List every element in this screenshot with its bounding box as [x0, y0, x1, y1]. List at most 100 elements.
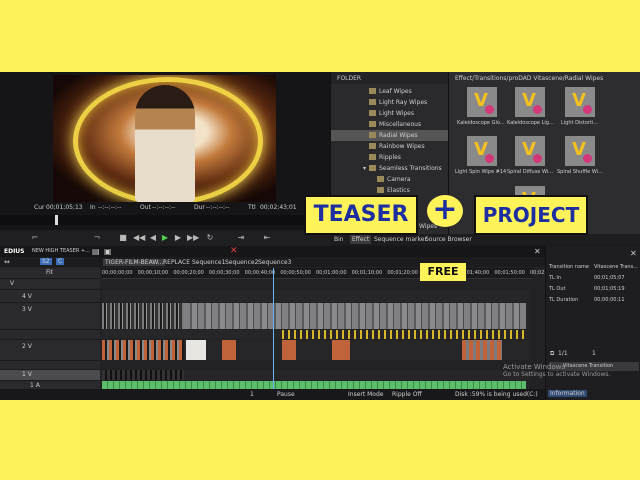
cur-timecode: 00;01;05;13 [46, 204, 83, 211]
badge-icon [533, 154, 542, 163]
effects-path: Effect/Transitions/proDAD Vitascene/Radi… [455, 75, 604, 82]
tab-sequence-4[interactable]: Sequence3 [258, 259, 291, 266]
track-4v[interactable] [102, 290, 530, 302]
folder-item-leaf-wipes[interactable]: Leaf Wipes [331, 86, 449, 97]
project-name: NEW HIGH TEASER +... [32, 248, 90, 254]
overwrite-icon[interactable]: ⇤ [262, 233, 272, 242]
ruler-tick-label: 00;01;50;00 [494, 270, 525, 276]
stop-icon[interactable]: ■ [118, 233, 128, 242]
video-clips-3v-b[interactable] [184, 303, 526, 329]
folder-header: FOLDER [331, 72, 449, 84]
track-2v[interactable] [102, 340, 530, 360]
effect-label: Kaleidoscope Glo... [457, 120, 505, 126]
track-mix[interactable] [102, 330, 530, 339]
in-label: In [90, 204, 96, 211]
track-header-3v[interactable]: 3 V [0, 303, 100, 330]
cur-label: Cur [34, 204, 45, 211]
folder-icon [377, 187, 384, 193]
video-clips-2v-b[interactable] [462, 340, 502, 360]
step-back-icon[interactable]: ◀ [148, 233, 158, 242]
effect-thumb-2[interactable]: V [515, 87, 545, 117]
badge-icon [533, 105, 542, 114]
folder-item-seamless-transitions[interactable]: ▾ Seamless Transitions [331, 163, 449, 174]
orange-clip[interactable] [222, 340, 236, 360]
folder-item-light-ray-wipes[interactable]: Light Ray Wipes [331, 97, 449, 108]
track-select-icon[interactable]: ⇔ [4, 258, 10, 266]
sync-toggle-icon[interactable]: C [56, 258, 65, 265]
video-clips-1v[interactable] [102, 370, 184, 380]
insert-icon[interactable]: ⇥ [236, 233, 246, 242]
track-header-2v[interactable]: 2 V [0, 340, 100, 361]
tab-sequence-2[interactable]: Sequence1 [192, 259, 225, 266]
open-folder-icon[interactable]: ▤ [92, 247, 100, 256]
video-clips-3v-a[interactable] [102, 303, 184, 329]
folder-icon [369, 165, 376, 171]
folder-item-ripples[interactable]: Ripples [331, 152, 449, 163]
ripple-toggle-icon[interactable]: S2 [40, 258, 52, 265]
close-info-icon[interactable]: ✕ [630, 249, 637, 258]
tab-sequence-3[interactable]: Sequence2 [225, 259, 258, 266]
timeline-header: EDIUS NEW HIGH TEASER +... ▤ ▣ ✕ ✕ [0, 246, 545, 257]
tab-source-browser[interactable]: Source Browser [425, 236, 472, 243]
ruler-tick-label: 00;00;00;00 [102, 270, 133, 276]
effect-thumb-4[interactable]: V [467, 136, 497, 166]
folder-icon [369, 154, 376, 160]
status-num: 1 [250, 391, 254, 398]
scrubber-knob[interactable] [55, 215, 58, 225]
fit-label[interactable]: Fit [46, 269, 53, 276]
track-header-4v[interactable]: 4 V [0, 290, 100, 303]
track-header-1v[interactable]: 1 V [0, 370, 100, 381]
folder-icon [369, 99, 376, 105]
delete-icon[interactable]: ✕ [230, 246, 238, 256]
player-scrubber[interactable] [0, 215, 330, 225]
info-value: 00;01;05;07 [594, 275, 625, 281]
rewind-icon[interactable]: ◀◀ [133, 233, 145, 242]
folder-item-miscellaneous[interactable]: Miscellaneous [331, 119, 449, 130]
close-timeline-icon[interactable]: ✕ [534, 247, 541, 256]
folder-item-light-wipes[interactable]: Light Wipes [331, 108, 449, 119]
video-clips-2v-a[interactable] [102, 340, 184, 360]
folder-item-camera[interactable]: Camera [331, 174, 449, 185]
track-label: 4 V [22, 293, 32, 300]
tab-sequence-marker[interactable]: Sequence marker [374, 236, 427, 243]
ttl-timecode: 00;02;43;01 [260, 204, 297, 211]
folder-icon [369, 88, 376, 94]
folder-item-radial-wipes[interactable]: Radial Wipes [331, 130, 449, 141]
track-label: 1 V [22, 371, 32, 378]
set-in-icon[interactable]: ⌐ [30, 233, 40, 242]
effect-thumb-5[interactable]: V [515, 136, 545, 166]
fast-forward-icon[interactable]: ▶▶ [187, 233, 199, 242]
loop-icon[interactable]: ↻ [205, 233, 215, 242]
track-label: 1 A [30, 382, 40, 389]
tab-bin[interactable]: Bin [334, 236, 344, 243]
time-ruler[interactable]: 00;00;00;00 00;00;10;00 00;00;20;00 00;00;3… [102, 268, 561, 279]
set-out-icon[interactable]: ¬ [92, 233, 102, 242]
project-badge: PROJECT [474, 195, 588, 235]
free-badge: FREE [420, 263, 466, 281]
tab-effect[interactable]: Effect [350, 235, 372, 244]
playhead[interactable] [273, 268, 274, 400]
track-header-v[interactable]: V [0, 279, 100, 290]
dur-timecode: --:--:--:-- [206, 204, 230, 211]
expand-arrow-icon[interactable]: ▾ [363, 165, 366, 172]
track-1v[interactable] [102, 370, 530, 380]
ruler-tick-label: 00;01;00;00 [316, 270, 347, 276]
track-3v[interactable] [102, 303, 530, 329]
tab-sequence-0[interactable]: TIGER-FILM-BEAW... [103, 259, 166, 266]
play-icon[interactable]: ▶ [160, 233, 170, 242]
effect-thumb-1[interactable]: V [467, 87, 497, 117]
orange-clip[interactable] [282, 340, 296, 360]
save-icon[interactable]: ▣ [104, 247, 112, 256]
effect-thumb-3[interactable]: V [565, 87, 595, 117]
folder-item-rainbow-wipes[interactable]: Rainbow Wipes [331, 141, 449, 152]
orange-clip[interactable] [332, 340, 350, 360]
transition-markers[interactable] [282, 330, 526, 339]
effect-thumb-6[interactable]: V [565, 136, 595, 166]
white-clip[interactable] [186, 340, 206, 360]
tab-sequence-1[interactable]: REPLACE [163, 259, 190, 266]
step-forward-icon[interactable]: ▶ [173, 233, 183, 242]
layer-icon[interactable]: ⧉ [550, 350, 554, 358]
info-label: TL Duration [549, 297, 579, 303]
status-mode: Insert Mode [348, 391, 384, 398]
tab-information[interactable]: Information [548, 390, 587, 397]
